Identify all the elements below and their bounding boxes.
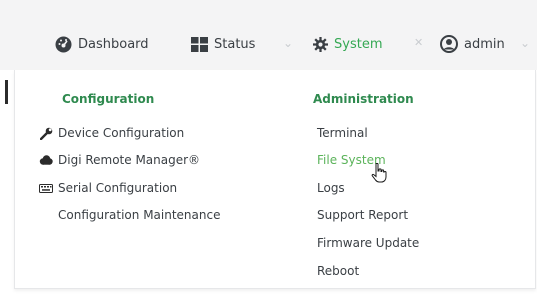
grid-icon xyxy=(191,36,208,52)
keyboard-icon xyxy=(39,183,53,193)
nav-admin-label: admin xyxy=(464,36,505,52)
user-circle-icon xyxy=(440,35,458,53)
menu-item-label: Digi Remote Manager® xyxy=(58,153,201,167)
menu-item-firmware-update[interactable]: Firmware Update xyxy=(317,235,419,251)
nav-status-label: Status xyxy=(214,36,256,52)
administration-heading: Administration xyxy=(313,92,414,106)
dashboard-gauge-icon xyxy=(55,36,72,53)
menu-item-label: Configuration Maintenance xyxy=(58,208,221,222)
nav-admin[interactable]: admin xyxy=(440,34,505,54)
chevron-down-icon: ⌄ xyxy=(520,36,531,50)
menu-item-label: Terminal xyxy=(317,126,368,140)
menu-item-device-configuration[interactable]: Device Configuration xyxy=(39,125,184,141)
menu-item-label: Logs xyxy=(317,181,345,195)
nav-system[interactable]: System xyxy=(313,34,382,54)
nav-dashboard-label: Dashboard xyxy=(78,36,149,52)
cloud-icon xyxy=(39,155,53,165)
chevron-down-icon: ⌄ xyxy=(283,36,294,50)
hand-pointer-cursor-icon xyxy=(371,162,387,187)
menu-item-configuration-maintenance[interactable]: Configuration Maintenance xyxy=(58,207,220,223)
system-dropdown-menu: Configuration Device Configuration Digi … xyxy=(14,70,536,289)
sidebar-edge xyxy=(5,80,8,104)
menu-item-label: Support Report xyxy=(317,208,409,222)
menu-item-label: Firmware Update xyxy=(317,236,420,250)
menu-item-label: Reboot xyxy=(317,264,360,278)
configuration-heading: Configuration xyxy=(62,92,155,106)
menu-item-support-report[interactable]: Support Report xyxy=(317,207,408,223)
nav-status[interactable]: Status xyxy=(191,34,255,54)
menu-item-label: Serial Configuration xyxy=(58,181,178,195)
close-icon: ✕ xyxy=(414,36,424,49)
menu-item-logs[interactable]: Logs xyxy=(317,180,345,196)
nav-system-label: System xyxy=(334,36,383,52)
menu-item-serial-configuration[interactable]: Serial Configuration xyxy=(39,180,177,196)
menu-item-label: Device Configuration xyxy=(58,126,185,140)
menu-item-terminal[interactable]: Terminal xyxy=(317,125,368,141)
wrench-icon xyxy=(39,127,53,140)
gear-icon xyxy=(313,36,328,52)
menu-item-digi-remote-manager[interactable]: Digi Remote Manager® xyxy=(39,152,200,168)
screen: Dashboard Status ⌄ System ✕ admin ⌄ Conf… xyxy=(0,0,537,303)
top-navigation-bar: Dashboard Status ⌄ System ✕ admin ⌄ xyxy=(0,0,537,70)
menu-item-reboot[interactable]: Reboot xyxy=(317,263,359,279)
nav-dashboard[interactable]: Dashboard xyxy=(55,34,149,54)
